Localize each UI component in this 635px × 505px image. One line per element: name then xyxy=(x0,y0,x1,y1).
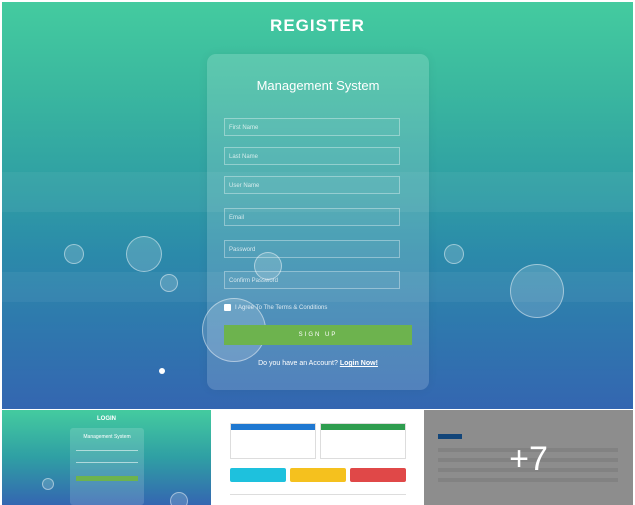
email-field[interactable]: Email xyxy=(224,208,400,226)
thumb-panel xyxy=(230,423,316,459)
thumb-login-card-title: Management System xyxy=(83,434,131,440)
page-title: REGISTER xyxy=(270,16,365,35)
terms-agreement: I Agree To The Terms & Conditions xyxy=(224,304,327,311)
account-prompt-text: Do you have an Account? xyxy=(258,360,338,367)
terms-label: I Agree To The Terms & Conditions xyxy=(235,304,328,311)
thumb-field-line xyxy=(76,462,138,463)
decorative-bubble xyxy=(126,236,162,272)
thumb-panel xyxy=(320,423,406,459)
thumbnail-login[interactable]: LOGIN Management System xyxy=(2,410,211,505)
thumb-login-card: Management System xyxy=(70,428,144,505)
signup-button[interactable]: SIGN UP xyxy=(224,325,412,345)
decorative-bubble xyxy=(159,368,165,374)
decorative-bubble xyxy=(444,244,464,264)
thumb-tile xyxy=(230,468,286,482)
account-prompt: Do you have an Account? Login Now! xyxy=(207,360,429,367)
decorative-bubble xyxy=(42,478,54,490)
first-name-field[interactable]: First Name xyxy=(224,118,400,136)
more-images-count[interactable]: +7 xyxy=(424,440,633,479)
register-card: Management System First Name Last Name U… xyxy=(207,54,429,390)
decorative-bubble xyxy=(160,274,178,292)
user-name-field[interactable]: User Name xyxy=(224,176,400,194)
thumb-tile xyxy=(350,468,406,482)
thumbnail-employees[interactable]: +7 xyxy=(424,410,633,505)
login-now-link[interactable]: Login Now! xyxy=(340,360,378,367)
thumb-login-title: LOGIN xyxy=(97,416,116,422)
decorative-bubble xyxy=(64,244,84,264)
thumb-login-button xyxy=(76,476,138,481)
thumb-field-line xyxy=(76,450,138,451)
terms-checkbox[interactable] xyxy=(224,304,231,311)
card-title: Management System xyxy=(256,78,380,93)
decorative-bubble xyxy=(170,492,188,505)
register-hero: REGISTER Management System First Name La… xyxy=(2,2,633,409)
password-field[interactable]: Password xyxy=(224,240,400,258)
thumb-divider xyxy=(230,494,406,495)
thumb-tile xyxy=(290,468,346,482)
last-name-field[interactable]: Last Name xyxy=(224,147,400,165)
thumbnail-dashboard[interactable] xyxy=(214,410,423,505)
confirm-password-field[interactable]: Confirm Password xyxy=(224,271,400,289)
decorative-bubble xyxy=(510,264,564,318)
